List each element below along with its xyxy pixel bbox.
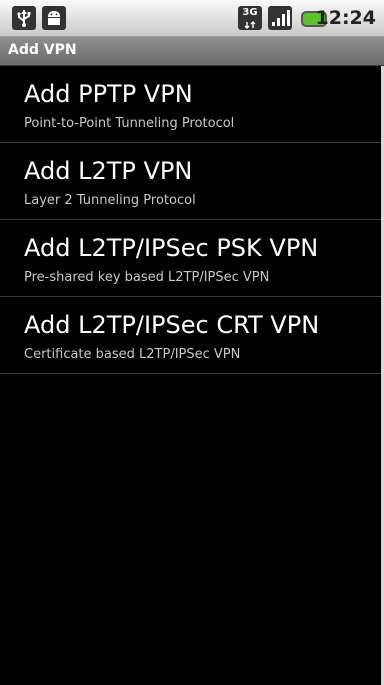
item-title: Add L2TP/IPSec CRT VPN <box>24 311 320 339</box>
item-title: Add L2TP VPN <box>24 157 193 185</box>
item-title: Add L2TP/IPSec PSK VPN <box>24 234 319 262</box>
list-item-add-l2tp-ipsec-crt-vpn[interactable]: Add L2TP/IPSec CRT VPN Certificate based… <box>0 297 384 374</box>
list-item-add-l2tp-ipsec-psk-vpn[interactable]: Add L2TP/IPSec PSK VPN Pre-shared key ba… <box>0 220 384 297</box>
item-title: Add PPTP VPN <box>24 80 193 108</box>
network-label: 3G <box>242 7 258 18</box>
list-item-add-pptp-vpn[interactable]: Add PPTP VPN Point-to-Point Tunneling Pr… <box>0 66 384 143</box>
page-title: Add VPN <box>8 42 77 58</box>
usb-icon <box>12 6 36 30</box>
screen: 3G 12:24 Add VPN Add PPTP VPN Point-to-P… <box>0 0 384 685</box>
title-bar: Add VPN <box>0 37 384 66</box>
android-icon <box>42 6 66 30</box>
status-bar: 3G 12:24 <box>0 0 384 37</box>
list-item-add-l2tp-vpn[interactable]: Add L2TP VPN Layer 2 Tunneling Protocol <box>0 143 384 220</box>
signal-icon <box>268 6 292 30</box>
clock: 12:24 <box>315 7 376 29</box>
item-subtitle: Layer 2 Tunneling Protocol <box>24 193 196 208</box>
item-subtitle: Certificate based L2TP/IPSec VPN <box>24 347 241 362</box>
vpn-options-list: Add PPTP VPN Point-to-Point Tunneling Pr… <box>0 66 384 374</box>
item-subtitle: Pre-shared key based L2TP/IPSec VPN <box>24 270 270 285</box>
item-subtitle: Point-to-Point Tunneling Protocol <box>24 116 235 131</box>
network-3g-icon: 3G <box>238 6 262 30</box>
